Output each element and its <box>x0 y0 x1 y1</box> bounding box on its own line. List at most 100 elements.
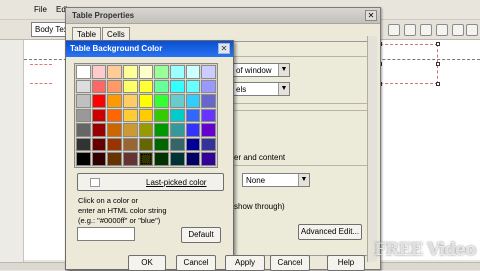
color-palette <box>74 63 218 168</box>
height-units-select[interactable]: els ▼ <box>232 82 290 96</box>
color-swatch[interactable] <box>123 152 138 166</box>
color-swatch[interactable] <box>123 94 138 108</box>
color-swatch[interactable] <box>154 79 169 94</box>
cancel-button[interactable]: Cancel <box>270 255 310 271</box>
toolbar-button[interactable] <box>404 24 416 36</box>
color-swatch[interactable] <box>76 108 91 123</box>
toolbar-button[interactable] <box>452 24 464 36</box>
last-picked-color-button[interactable]: Last-picked color <box>77 173 224 191</box>
resize-handle[interactable] <box>436 82 440 86</box>
width-units-select[interactable]: of window ▼ <box>232 63 290 77</box>
border-select[interactable]: None ▼ <box>242 173 310 187</box>
color-swatch[interactable] <box>185 152 201 166</box>
color-swatch[interactable] <box>123 123 138 137</box>
color-swatch[interactable] <box>138 152 154 166</box>
color-swatch[interactable] <box>170 123 185 137</box>
color-swatch[interactable] <box>91 123 107 137</box>
color-swatch[interactable] <box>107 79 122 94</box>
close-icon[interactable]: ✕ <box>218 43 230 54</box>
color-swatch[interactable] <box>170 94 185 108</box>
toolbar-button[interactable] <box>388 24 400 36</box>
color-swatch[interactable] <box>76 152 91 166</box>
menu-file[interactable]: File <box>34 5 47 14</box>
color-swatch[interactable] <box>154 137 169 152</box>
color-swatch[interactable] <box>201 123 216 137</box>
toolbar-button[interactable] <box>466 24 478 36</box>
color-swatch[interactable] <box>76 123 91 137</box>
color-swatch[interactable] <box>185 94 201 108</box>
color-swatch[interactable] <box>170 137 185 152</box>
color-swatch[interactable] <box>185 123 201 137</box>
color-swatch[interactable] <box>154 108 169 123</box>
content-label: er and content <box>234 153 286 162</box>
color-swatch[interactable] <box>170 65 185 79</box>
resize-handle[interactable] <box>436 62 440 66</box>
color-swatch[interactable] <box>123 137 138 152</box>
color-swatch[interactable] <box>91 137 107 152</box>
apply-button[interactable]: Apply <box>225 255 265 271</box>
color-swatch[interactable] <box>138 137 154 152</box>
chevron-down-icon: ▼ <box>278 64 289 76</box>
tab-cells[interactable]: Cells <box>102 27 130 41</box>
color-swatch[interactable] <box>107 94 122 108</box>
color-swatch[interactable] <box>170 152 185 166</box>
help-button[interactable]: Help <box>327 255 365 271</box>
color-swatch[interactable] <box>76 79 91 94</box>
resize-handle[interactable] <box>436 42 440 46</box>
color-swatch[interactable] <box>91 94 107 108</box>
height-units-value: els <box>236 85 247 94</box>
color-swatch[interactable] <box>185 65 201 79</box>
color-swatch[interactable] <box>123 79 138 94</box>
toolbar-button[interactable] <box>436 24 448 36</box>
show-through-label: show through) <box>234 202 285 211</box>
selected-table[interactable] <box>380 44 438 84</box>
color-swatch[interactable] <box>123 65 138 79</box>
color-swatch[interactable] <box>138 65 154 79</box>
color-swatch[interactable] <box>138 108 154 123</box>
cancel-button[interactable]: Cancel <box>176 255 216 271</box>
close-icon[interactable]: ✕ <box>365 10 377 21</box>
tab-table[interactable]: Table <box>72 27 102 41</box>
color-swatch[interactable] <box>201 108 216 123</box>
color-string-input[interactable] <box>77 227 135 241</box>
color-swatch[interactable] <box>107 152 122 166</box>
color-swatch[interactable] <box>107 123 122 137</box>
color-swatch[interactable] <box>76 94 91 108</box>
color-swatch[interactable] <box>154 123 169 137</box>
left-gutter <box>0 40 24 270</box>
color-swatch[interactable] <box>76 65 91 79</box>
color-swatch[interactable] <box>154 94 169 108</box>
color-swatch[interactable] <box>123 108 138 123</box>
advanced-edit-button[interactable]: Advanced Edit... <box>298 224 362 240</box>
color-swatch[interactable] <box>185 108 201 123</box>
color-swatch[interactable] <box>138 94 154 108</box>
color-swatch[interactable] <box>107 108 122 123</box>
color-swatch[interactable] <box>154 65 169 79</box>
color-swatch[interactable] <box>107 65 122 79</box>
color-swatch[interactable] <box>201 94 216 108</box>
color-swatch[interactable] <box>170 108 185 123</box>
color-swatch[interactable] <box>201 79 216 94</box>
color-swatch[interactable] <box>201 65 216 79</box>
color-swatch[interactable] <box>185 79 201 94</box>
color-swatch[interactable] <box>201 152 216 166</box>
color-swatch[interactable] <box>107 137 122 152</box>
color-swatch[interactable] <box>76 137 91 152</box>
watermark: FREE Video <box>374 240 476 260</box>
color-swatch[interactable] <box>91 152 107 166</box>
color-swatch[interactable] <box>138 79 154 94</box>
toolbar-button[interactable] <box>420 24 432 36</box>
chevron-down-icon: ▼ <box>298 174 309 186</box>
ok-button[interactable]: OK <box>128 255 166 271</box>
color-swatch[interactable] <box>91 65 107 79</box>
default-button[interactable]: Default <box>181 227 221 243</box>
scrollbar[interactable] <box>367 36 377 262</box>
color-swatch[interactable] <box>91 79 107 94</box>
color-swatch[interactable] <box>138 123 154 137</box>
color-swatch[interactable] <box>170 79 185 94</box>
width-units-value: of window <box>236 66 272 75</box>
color-swatch[interactable] <box>154 152 169 166</box>
color-swatch[interactable] <box>91 108 107 123</box>
color-swatch[interactable] <box>185 137 201 152</box>
color-swatch[interactable] <box>201 137 216 152</box>
